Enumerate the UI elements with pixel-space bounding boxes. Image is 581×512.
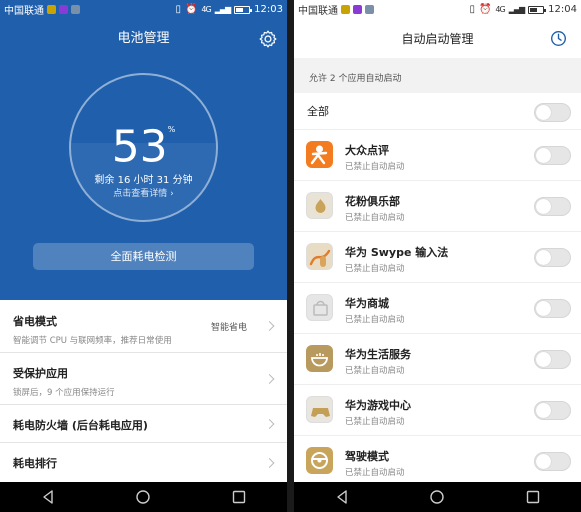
- notification-icon: [365, 5, 374, 14]
- huafen-icon: [306, 192, 333, 219]
- menu-item-title: 耗电排行: [13, 457, 57, 470]
- app-name: 华为 Swype 输入法: [345, 246, 449, 259]
- battery-icon: [528, 5, 547, 14]
- carrier-label: 中国联通: [4, 6, 44, 17]
- menu-item-title: 受保护应用: [13, 367, 68, 380]
- select-all-label: 全部: [307, 105, 329, 118]
- drive-mode-icon: [306, 447, 333, 474]
- app-status: 已禁止自动启动: [345, 417, 405, 427]
- app-row-life-service: 华为生活服务 已禁止自动启动: [294, 334, 581, 385]
- notification-icon: [341, 5, 350, 14]
- auto-start-toggle[interactable]: [534, 401, 571, 420]
- app-row-swype: 华为 Swype 输入法 已禁止自动启动: [294, 232, 581, 283]
- auto-start-toggle[interactable]: [534, 197, 571, 216]
- select-all-row: 全部: [294, 94, 581, 130]
- recents-icon[interactable]: [525, 489, 541, 505]
- app-status: 已禁止自动启动: [345, 213, 405, 223]
- auto-start-manager-screen: 中国联通 ▯ ⏰ 4G ▂▄▆ 12:04 自动启动管理 允许 2 个应用自动启…: [294, 0, 581, 512]
- app-row-dianping: 大众点评 已禁止自动启动: [294, 130, 581, 181]
- notification-icon: [47, 5, 56, 14]
- battery-icon: [234, 5, 253, 14]
- game-center-icon: [306, 396, 333, 423]
- alarm-icon: ⏰: [184, 4, 198, 15]
- page-title: 电池管理: [117, 31, 170, 46]
- menu-item-subtitle: 锁屏后，9 个应用保持运行: [13, 388, 115, 398]
- view-details-link[interactable]: 点击查看详情 ›: [0, 186, 287, 199]
- navigation-bar: [294, 482, 581, 512]
- app-name: 大众点评: [345, 144, 389, 157]
- auto-start-toggle[interactable]: [534, 146, 571, 165]
- app-status: 已禁止自动启动: [345, 162, 405, 172]
- navigation-bar: [0, 482, 287, 512]
- full-power-check-button[interactable]: 全面耗电检测: [33, 243, 254, 270]
- status-bar: 中国联通 ▯ ⏰ 4G ▂▄▆ 12:04: [294, 0, 581, 19]
- alarm-icon: ⏰: [478, 4, 492, 15]
- menu-item-power-saving[interactable]: 省电模式 智能调节 CPU 与联网频率，推荐日常使用 智能省电: [0, 300, 287, 353]
- back-icon[interactable]: [334, 489, 350, 505]
- app-status: 已禁止自动启动: [345, 315, 405, 325]
- app-row-vmall: 华为商城 已禁止自动启动: [294, 283, 581, 334]
- network-type: 4G: [201, 5, 211, 14]
- status-time: 12:03: [254, 4, 283, 15]
- back-icon[interactable]: [40, 489, 56, 505]
- app-status: 已禁止自动启动: [345, 468, 405, 478]
- signal-icon: ▂▄▆: [508, 5, 526, 14]
- menu-item-value: 智能省电: [210, 322, 247, 333]
- home-icon[interactable]: [429, 489, 445, 505]
- battery-header: 中国联通 ▯ ⏰ 4G ▂▄▆ 12:03 电池管理 53% 剩余 16 小时 …: [0, 0, 287, 300]
- network-type: 4G: [495, 5, 505, 14]
- auto-start-toggle[interactable]: [534, 248, 571, 267]
- app-row-huafen: 花粉俱乐部 已禁止自动启动: [294, 181, 581, 232]
- app-status: 已禁止自动启动: [345, 264, 405, 274]
- menu-item-title: 耗电防火墙 (后台耗电应用): [13, 419, 148, 432]
- notification-icon: [71, 5, 80, 14]
- battery-manager-screen: 中国联通 ▯ ⏰ 4G ▂▄▆ 12:03 电池管理 53% 剩余 16 小时 …: [0, 0, 287, 512]
- app-name: 华为生活服务: [345, 348, 411, 361]
- vibrate-icon: ▯: [469, 4, 475, 15]
- gear-icon[interactable]: [258, 29, 278, 49]
- app-row-drive-mode: 驾驶模式 已禁止自动启动: [294, 436, 581, 487]
- recents-icon[interactable]: [231, 489, 247, 505]
- vibrate-icon: ▯: [175, 4, 181, 15]
- app-name: 花粉俱乐部: [345, 195, 400, 208]
- vmall-icon: [306, 294, 333, 321]
- dianping-icon: [306, 141, 333, 168]
- auto-start-toggle[interactable]: [534, 452, 571, 471]
- auto-start-toggle[interactable]: [534, 299, 571, 318]
- status-bar: 中国联通 ▯ ⏰ 4G ▂▄▆ 12:03: [0, 0, 287, 19]
- battery-percent: 53%: [0, 120, 287, 172]
- swype-icon: [306, 243, 333, 270]
- allowed-count-note: 允许 2 个应用自动启动: [294, 58, 581, 93]
- app-row-game-center: 华为游戏中心 已禁止自动启动: [294, 385, 581, 436]
- page-title: 自动启动管理: [401, 32, 474, 46]
- app-status: 已禁止自动启动: [345, 366, 405, 376]
- battery-percent-value: 53: [111, 121, 168, 173]
- status-time: 12:04: [548, 4, 577, 15]
- signal-icon: ▂▄▆: [214, 5, 232, 14]
- menu-item-power-ranking[interactable]: 耗电排行: [0, 443, 287, 482]
- auto-start-toggle[interactable]: [534, 350, 571, 369]
- notification-icon: [353, 5, 362, 14]
- life-service-icon: [306, 345, 333, 372]
- carrier-label: 中国联通: [298, 6, 338, 17]
- home-icon[interactable]: [135, 489, 151, 505]
- app-name: 驾驶模式: [345, 450, 389, 463]
- app-name: 华为游戏中心: [345, 399, 411, 412]
- clock-icon[interactable]: [550, 30, 567, 47]
- percent-symbol: %: [167, 125, 176, 134]
- remaining-time: 剩余 16 小时 31 分钟: [94, 175, 193, 186]
- notification-icon: [59, 5, 68, 14]
- menu-item-power-firewall[interactable]: 耗电防火墙 (后台耗电应用): [0, 405, 287, 443]
- menu-item-protected-apps[interactable]: 受保护应用 锁屏后，9 个应用保持运行: [0, 353, 287, 405]
- app-name: 华为商城: [345, 297, 389, 310]
- select-all-toggle[interactable]: [534, 103, 571, 122]
